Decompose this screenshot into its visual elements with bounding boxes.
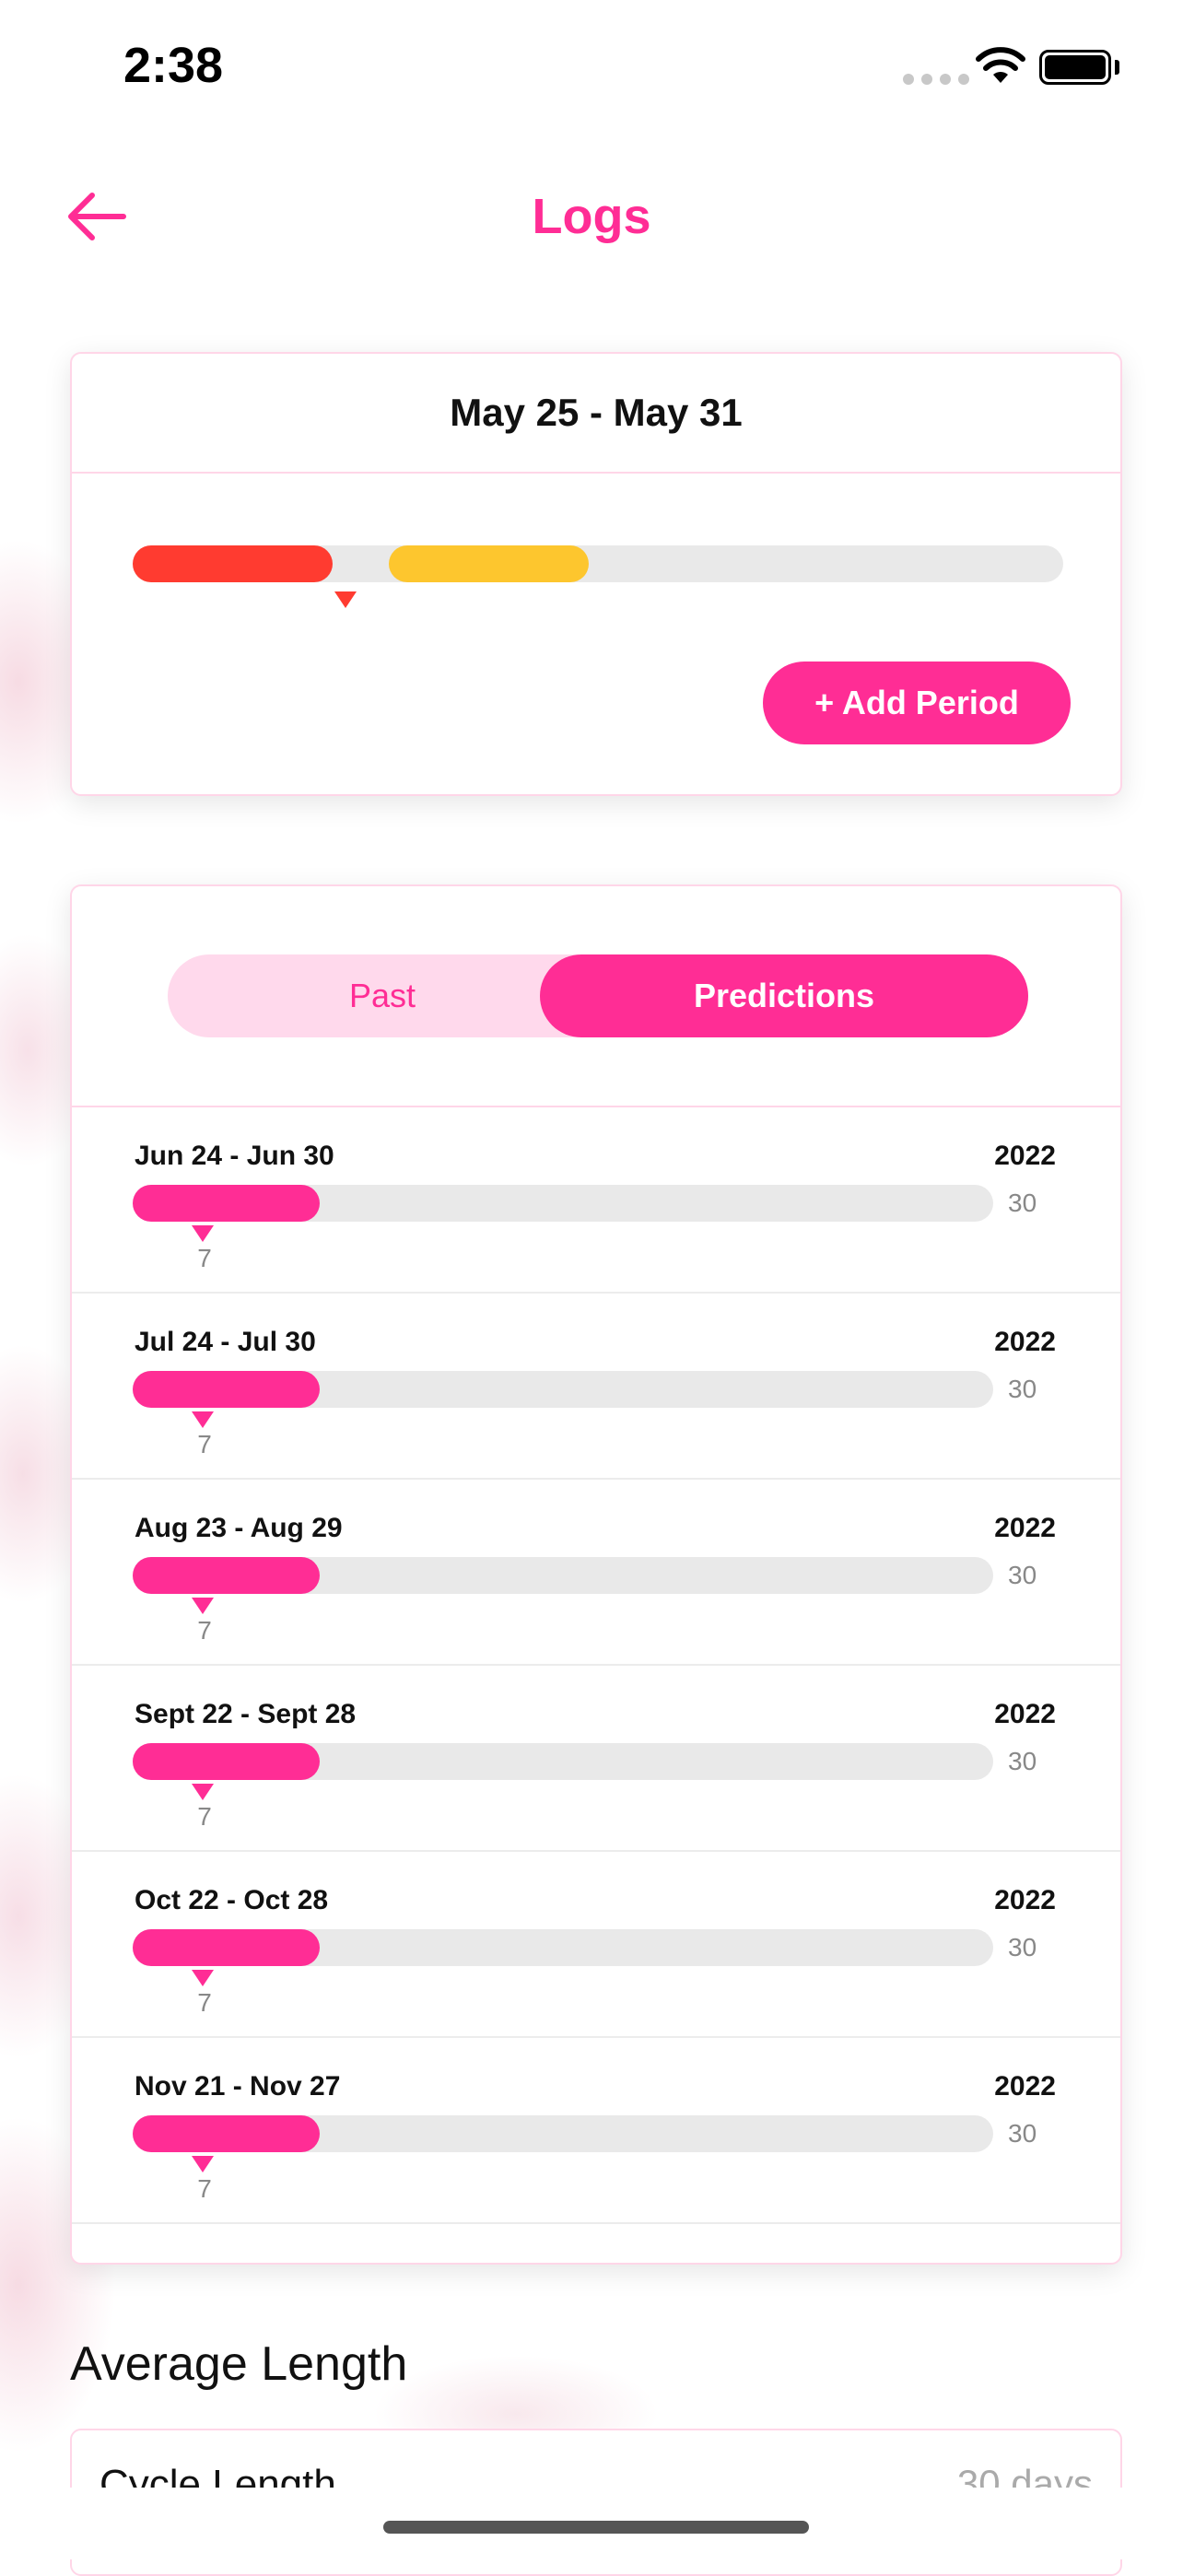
past-predictions-toggle: Past Predictions (168, 954, 1028, 1037)
prediction-cycle-total: 30 (1008, 1375, 1037, 1403)
prediction-cycle-track (133, 1185, 993, 1222)
prediction-year: 2022 (994, 2071, 1056, 2102)
prediction-date-range: Aug 23 - Aug 29 (135, 1513, 343, 1543)
prediction-year: 2022 (994, 1885, 1056, 1915)
prediction-cycle-total: 30 (1008, 1188, 1037, 1217)
prediction-period-days: 7 (197, 1244, 212, 1272)
prediction-year: 2022 (994, 1699, 1056, 1729)
bottom-safe-area (0, 2488, 1183, 2559)
prediction-cycle-total: 30 (1008, 1747, 1037, 1775)
period-end-marker-icon (192, 1225, 214, 1242)
add-period-button[interactable]: + Add Period (763, 662, 1071, 744)
prediction-period-segment (133, 1557, 320, 1594)
period-end-marker-icon (192, 1598, 214, 1614)
status-bar: 2:38 (0, 0, 1183, 138)
prediction-period-segment (133, 1185, 320, 1222)
cellular-signal-icon (903, 74, 969, 85)
prediction-date-range: Nov 21 - Nov 27 (135, 2071, 341, 2102)
period-end-marker-icon (192, 1970, 214, 1986)
prediction-year: 2022 (994, 1141, 1056, 1171)
prediction-cycle-total: 30 (1008, 2119, 1037, 2148)
prediction-cycle-track (133, 2115, 993, 2152)
prediction-cycle-track (133, 1371, 993, 1408)
status-time: 2:38 (123, 38, 224, 93)
period-end-marker-icon (192, 1784, 214, 1800)
fertile-segment (388, 545, 589, 582)
prediction-period-days: 7 (197, 1802, 212, 1831)
list-item[interactable]: Jul 24 - Jul 30 2022 30 7 (72, 1294, 1120, 1480)
battery-icon (1039, 50, 1111, 85)
prediction-year: 2022 (994, 1327, 1056, 1357)
list-item[interactable]: Jun 24 - Jun 30 2022 30 7 (72, 1107, 1120, 1294)
nav-bar: Logs (0, 166, 1183, 267)
prediction-cycle-total: 30 (1008, 1561, 1037, 1589)
current-cycle-card: May 25 - May 31 + Add Period (70, 352, 1122, 796)
predictions-card: Past Predictions Jun 24 - Jun 30 2022 30 7 J… (70, 884, 1122, 2265)
prediction-period-segment (133, 1743, 320, 1780)
prediction-cycle-track (133, 1557, 993, 1594)
tab-past[interactable]: Past (168, 954, 597, 1037)
period-end-marker-icon (192, 1411, 214, 1428)
prediction-period-days: 7 (197, 2174, 212, 2203)
battery-tip (1115, 60, 1119, 75)
prediction-period-days: 7 (197, 1430, 212, 1458)
prediction-cycle-total: 30 (1008, 1933, 1037, 1961)
prediction-date-range: Oct 22 - Oct 28 (135, 1885, 329, 1915)
list-item[interactable]: Aug 23 - Aug 29 2022 30 7 (72, 1480, 1120, 1666)
prediction-cycle-track (133, 1743, 993, 1780)
predictions-list: Jun 24 - Jun 30 2022 30 7 Jul 24 - Jul 30 202… (72, 1107, 1120, 2224)
list-item[interactable]: Nov 21 - Nov 27 2022 30 7 (72, 2038, 1120, 2224)
prediction-date-range: Jul 24 - Jul 30 (135, 1327, 316, 1357)
period-end-marker-icon (192, 2156, 214, 2172)
period-segment (133, 545, 334, 582)
prediction-period-segment (133, 1929, 320, 1966)
prediction-year: 2022 (994, 1513, 1056, 1543)
page-title: Logs (532, 189, 651, 244)
tab-predictions[interactable]: Predictions (540, 954, 1028, 1037)
prediction-period-segment (133, 1371, 320, 1408)
prediction-period-days: 7 (197, 1988, 212, 2017)
prediction-cycle-track (133, 1929, 993, 1966)
wifi-icon (976, 47, 1025, 83)
today-marker-icon (334, 591, 357, 608)
average-length-heading: Average Length (70, 2337, 408, 2391)
current-cycle-date: May 25 - May 31 (72, 354, 1120, 474)
prediction-period-segment (133, 2115, 320, 2152)
prediction-period-days: 7 (197, 1616, 212, 1645)
prediction-date-range: Jun 24 - Jun 30 (135, 1141, 334, 1171)
list-item[interactable]: Oct 22 - Oct 28 2022 30 7 (72, 1852, 1120, 2038)
cycle-progress-track (133, 545, 1063, 582)
list-item[interactable]: Sept 22 - Sept 28 2022 30 7 (72, 1666, 1120, 1852)
home-indicator[interactable] (383, 2521, 809, 2534)
prediction-date-range: Sept 22 - Sept 28 (135, 1699, 357, 1729)
